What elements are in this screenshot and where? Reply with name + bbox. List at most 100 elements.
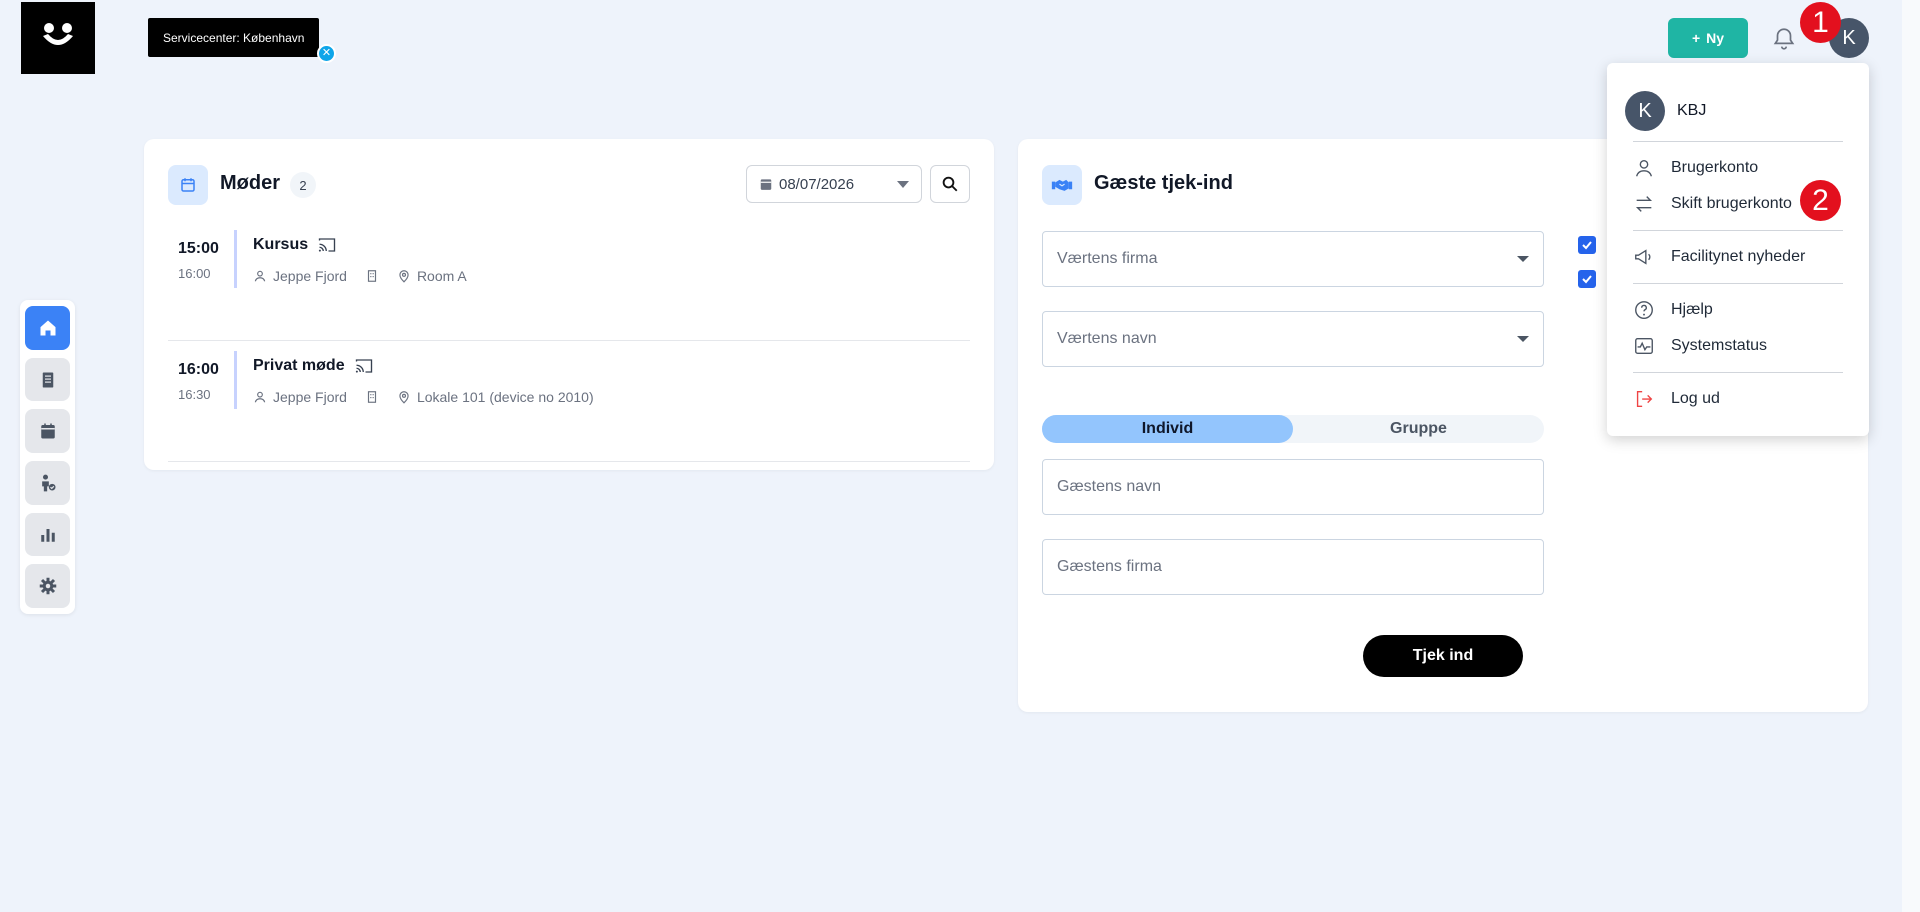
host-company-select[interactable]: Værtens firma	[1042, 231, 1544, 287]
swap-arrows-icon	[1635, 196, 1653, 212]
meeting-organizer: Jeppe Fjord	[273, 389, 347, 405]
meeting-meta: Jeppe Fjord Room A	[253, 268, 485, 284]
guest-name-placeholder: Gæstens navn	[1057, 478, 1162, 495]
menu-item-account[interactable]: Brugerkonto	[1633, 157, 1758, 179]
servicecenter-close-icon[interactable]: ✕	[317, 44, 336, 63]
search-icon	[942, 176, 958, 192]
calendar-icon	[760, 179, 772, 190]
meeting-item[interactable]: 16:00 16:30 Privat møde Jeppe Fjord Loka…	[168, 341, 970, 462]
menu-divider	[1633, 372, 1843, 373]
option-checkbox[interactable]	[1578, 270, 1596, 288]
user-menu-dropdown: K KBJ Brugerkonto Skift brugerkonto Faci…	[1607, 63, 1869, 436]
menu-item-logout[interactable]: Log ud	[1633, 388, 1720, 410]
host-name-select[interactable]: Værtens navn	[1042, 311, 1544, 367]
meeting-end-time: 16:30	[178, 387, 211, 402]
meeting-room: Room A	[416, 268, 467, 284]
sidebar-item-calendar[interactable]	[25, 409, 70, 454]
sidebar-item-statistics[interactable]	[25, 512, 70, 557]
calendar-icon	[181, 178, 195, 192]
sidebar-item-settings[interactable]	[25, 564, 70, 609]
menu-item-switch-account[interactable]: Skift brugerkonto	[1633, 193, 1792, 215]
home-icon	[40, 320, 55, 336]
building-icon	[367, 270, 377, 282]
bell-icon[interactable]	[1771, 26, 1797, 52]
location-pin-icon	[399, 270, 409, 283]
date-picker[interactable]: 08/07/2026	[746, 165, 922, 203]
checkmark-icon	[1582, 275, 1592, 284]
bar-chart-icon	[40, 528, 55, 542]
help-circle-icon	[1635, 301, 1653, 319]
meeting-title: Kursus	[253, 236, 336, 254]
username: KBJ	[1677, 102, 1707, 119]
avatar: K	[1625, 91, 1665, 131]
guest-company-input[interactable]: Gæstens firma	[1042, 539, 1544, 595]
meeting-title-text: Kursus	[253, 236, 309, 253]
calendar-icon	[40, 423, 55, 439]
sidebar-item-documents[interactable]	[25, 357, 70, 402]
app-logo[interactable]	[21, 2, 95, 74]
menu-item-help[interactable]: Hjælp	[1633, 299, 1713, 321]
user-initial: K	[1842, 26, 1856, 49]
menu-item-system-status[interactable]: Systemstatus	[1633, 335, 1767, 357]
scrollbar[interactable]	[1902, 0, 1920, 912]
user-icon	[1635, 159, 1653, 177]
servicecenter-label: Servicecenter: København	[163, 30, 305, 45]
meetings-count-badge: 2	[290, 172, 316, 198]
option-checkbox[interactable]	[1578, 236, 1596, 254]
meeting-divider	[234, 351, 237, 409]
checkmark-icon	[1582, 241, 1592, 250]
menu-item-help-label: Hjælp	[1671, 301, 1713, 318]
cast-icon	[355, 359, 372, 373]
meeting-start-time: 16:00	[178, 361, 219, 378]
menu-divider	[1633, 283, 1843, 284]
document-icon	[42, 372, 53, 387]
menu-item-news[interactable]: Facilitynet nyheder	[1633, 246, 1805, 268]
chevron-down-icon	[1517, 256, 1529, 262]
person-icon	[254, 391, 266, 403]
plus-icon: +	[1691, 30, 1701, 46]
search-button[interactable]	[930, 165, 970, 203]
gear-icon	[39, 577, 56, 595]
guest-name-input[interactable]: Gæstens navn	[1042, 459, 1544, 515]
menu-divider	[1633, 141, 1843, 142]
meeting-end-time: 16:00	[178, 266, 211, 281]
chevron-down-icon	[1517, 336, 1529, 342]
logo-icon	[43, 23, 73, 45]
meetings-icon-badge	[168, 165, 208, 205]
person-check-icon	[41, 474, 55, 492]
sidebar-item-visitors[interactable]	[25, 461, 70, 505]
meeting-item[interactable]: 15:00 16:00 Kursus Jeppe Fjord Room A	[168, 220, 970, 341]
meetings-card: Møder 2 08/07/2026 15:00 16:00 Kursus Je…	[144, 139, 994, 470]
handshake-icon	[1051, 179, 1073, 191]
meetings-title: Møder	[220, 172, 280, 194]
checkin-button[interactable]: Tjek ind	[1363, 635, 1523, 677]
pulse-monitor-icon	[1635, 337, 1653, 355]
logout-icon	[1636, 390, 1653, 408]
megaphone-icon	[1635, 249, 1651, 265]
location-pin-icon	[399, 391, 409, 404]
menu-divider	[1633, 230, 1843, 231]
menu-item-account-label: Brugerkonto	[1671, 159, 1759, 176]
sidebar-item-home[interactable]	[25, 306, 70, 350]
cast-icon	[318, 238, 336, 252]
meeting-meta: Jeppe Fjord Lokale 101 (device no 2010)	[253, 389, 612, 405]
meeting-divider	[234, 230, 237, 288]
menu-item-switch-label: Skift brugerkonto	[1671, 195, 1792, 212]
step-marker: 1	[1800, 2, 1841, 43]
host-company-placeholder: Værtens firma	[1057, 250, 1158, 267]
guest-company-placeholder: Gæstens firma	[1057, 558, 1162, 575]
host-name-placeholder: Værtens navn	[1057, 330, 1157, 347]
step-marker: 2	[1800, 180, 1841, 221]
person-icon	[254, 270, 266, 282]
meeting-start-time: 15:00	[178, 240, 219, 257]
meeting-organizer: Jeppe Fjord	[273, 268, 347, 284]
new-button[interactable]: + Ny	[1668, 18, 1748, 58]
building-icon	[367, 391, 377, 403]
mode-individual-option[interactable]: Individ	[1042, 415, 1293, 443]
mode-group-option[interactable]: Gruppe	[1293, 415, 1544, 443]
new-button-label: Ny	[1706, 30, 1725, 46]
menu-item-logout-label: Log ud	[1671, 390, 1720, 407]
menu-item-news-label: Facilitynet nyheder	[1671, 248, 1806, 265]
meeting-title-text: Privat møde	[253, 357, 345, 374]
date-value: 08/07/2026	[779, 175, 855, 193]
